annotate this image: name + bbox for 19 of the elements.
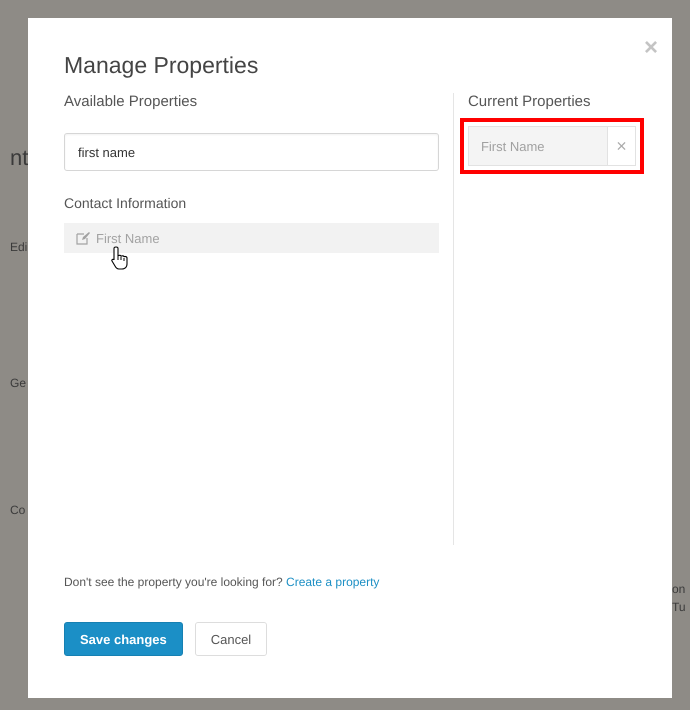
background-text: Co [10,503,26,517]
background-text: nt [10,147,28,169]
create-property-link[interactable]: Create a property [286,575,380,589]
background-text: Ge [10,376,28,390]
help-text: Don't see the property you're looking for? Create a property [64,575,380,589]
dialog-title: Manage Properties [64,52,260,79]
remove-button[interactable]: × [607,127,635,165]
cancel-button[interactable]: Cancel [194,622,268,656]
save-button[interactable]: Save changes [64,622,183,656]
background-text: Edi [10,240,28,254]
property-option[interactable]: First Name [64,223,439,253]
background-text: on [672,582,686,596]
search-field[interactable]: first name [64,133,439,171]
edit-icon [76,231,90,245]
column-heading: Current Properties [468,93,592,111]
property-label: First Name [480,138,546,156]
column-heading: Available Properties [64,93,198,111]
background-text: Tu [672,600,687,614]
group-heading: Contact Information [64,195,188,211]
